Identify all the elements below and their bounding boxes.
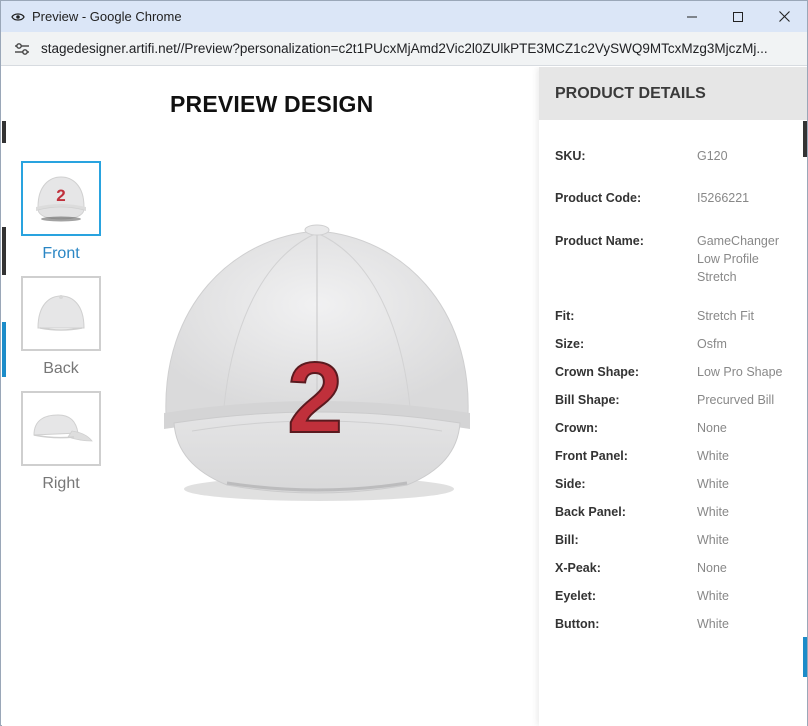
detail-row-bill-shape: Bill Shape: Precurved Bill <box>555 391 805 409</box>
detail-label: X-Peak: <box>555 561 601 575</box>
detail-row-product-name: Product Name: GameChanger Low Profile St… <box>555 232 805 286</box>
detail-label: Front Panel: <box>555 449 628 463</box>
cap-back-thumbnail <box>37 294 85 331</box>
detail-row-button: Button: White <box>555 615 805 633</box>
detail-value: White <box>697 617 729 631</box>
detail-label: SKU: <box>555 149 586 163</box>
detail-row-back-panel: Back Panel: White <box>555 503 805 521</box>
detail-label: Side: <box>555 477 586 491</box>
background-page-edge <box>2 322 6 377</box>
detail-value: White <box>697 449 729 463</box>
detail-label: Bill: <box>555 533 579 547</box>
detail-value: White <box>697 589 729 603</box>
view-label-front[interactable]: Front <box>21 245 101 263</box>
detail-label: Button: <box>555 617 600 631</box>
eye-icon <box>11 10 25 24</box>
thumb-cap-number: 2 <box>56 186 65 205</box>
detail-label: Back Panel: <box>555 505 626 519</box>
address-bar: stagedesigner.artifi.net//Preview?person… <box>1 32 807 66</box>
preview-content: PREVIEW DESIGN 2 Front Back Right 2 PROD… <box>2 67 807 726</box>
view-thumb-back[interactable] <box>21 276 101 351</box>
minimize-button[interactable] <box>669 1 715 32</box>
detail-label: Bill Shape: <box>555 393 620 407</box>
detail-label: Product Code: <box>555 191 642 205</box>
detail-label: Size: <box>555 337 585 351</box>
browser-window: Preview - Google Chrome stagedesigner.ar… <box>0 0 808 726</box>
url-field[interactable]: stagedesigner.artifi.net//Preview?person… <box>41 41 801 56</box>
background-page-edge <box>2 227 6 275</box>
cap-right-thumbnail <box>33 413 93 441</box>
detail-row-crown-shape: Crown Shape: Low Pro Shape <box>555 363 805 381</box>
detail-label: Fit: <box>555 309 575 323</box>
detail-value: White <box>697 505 729 519</box>
detail-row-product-code: Product Code: I5266221 <box>555 189 805 207</box>
detail-row-front-panel: Front Panel: White <box>555 447 805 465</box>
background-page-edge <box>803 121 807 157</box>
detail-value: None <box>697 561 727 575</box>
site-settings-icon[interactable] <box>13 40 31 58</box>
close-button[interactable] <box>761 1 807 32</box>
title-bar: Preview - Google Chrome <box>1 1 807 32</box>
detail-label: Product Name: <box>555 234 644 248</box>
detail-label: Eyelet: <box>555 589 596 603</box>
detail-value: White <box>697 533 729 547</box>
detail-row-bill: Bill: White <box>555 531 805 549</box>
maximize-icon <box>733 11 743 22</box>
maximize-button[interactable] <box>715 1 761 32</box>
view-thumb-front[interactable]: 2 <box>21 161 101 236</box>
detail-value: Stretch Fit <box>697 309 754 323</box>
detail-value: G120 <box>697 149 728 163</box>
product-details-header: PRODUCT DETAILS <box>539 67 807 120</box>
detail-row-crown: Crown: None <box>555 419 805 437</box>
detail-row-side: Side: White <box>555 475 805 493</box>
detail-value: I5266221 <box>697 191 750 205</box>
detail-value: Osfm <box>697 337 727 351</box>
view-thumb-right[interactable] <box>21 391 101 466</box>
window-title: Preview - Google Chrome <box>32 9 182 24</box>
detail-row-fit: Fit: Stretch Fit <box>555 307 805 325</box>
product-details-panel: PRODUCT DETAILS SKU: G120 Product Code: … <box>539 67 807 726</box>
close-icon <box>778 11 790 22</box>
detail-row-size: Size: Osfm <box>555 335 805 353</box>
detail-value: White <box>697 477 729 491</box>
background-page-edge <box>803 637 807 677</box>
detail-value: GameChanger Low Profile Stretch <box>697 234 779 284</box>
cap-front-preview: 2 <box>164 224 470 501</box>
background-page-edge <box>2 121 6 143</box>
detail-row-sku: SKU: G120 <box>555 147 805 165</box>
minimize-icon <box>687 16 697 17</box>
detail-label: Crown: <box>555 421 599 435</box>
detail-value: Precurved Bill <box>697 393 775 407</box>
detail-value: None <box>697 421 727 435</box>
cap-number: 2 <box>287 342 343 454</box>
detail-value: Low Pro Shape <box>697 365 783 379</box>
cap-front-thumbnail: 2 <box>36 175 86 221</box>
detail-label: Crown Shape: <box>555 365 640 379</box>
view-label-back[interactable]: Back <box>21 360 101 378</box>
detail-row-eyelet: Eyelet: White <box>555 587 805 605</box>
preview-title: PREVIEW DESIGN <box>170 91 374 117</box>
view-label-right[interactable]: Right <box>21 475 101 493</box>
detail-row-x-peak: X-Peak: None <box>555 559 805 577</box>
